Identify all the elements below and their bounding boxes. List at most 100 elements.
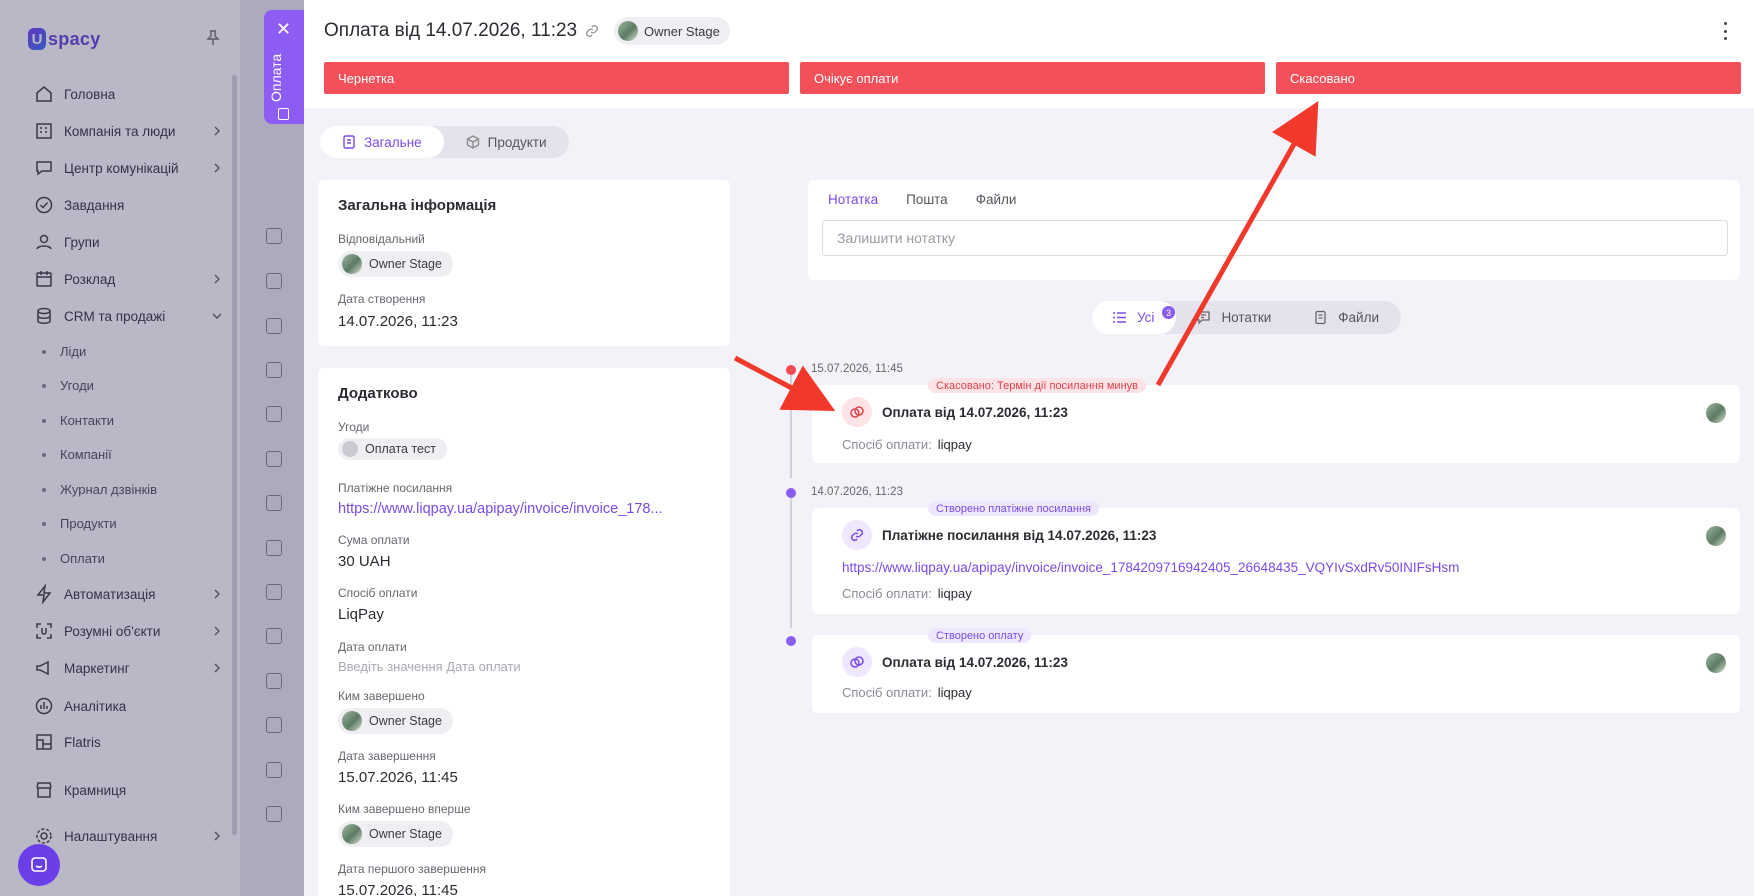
timeline-event-cancelled[interactable]: Скасовано: Термін дії посилання минув Оп… xyxy=(812,378,1740,463)
payment-link-icon xyxy=(850,406,864,418)
tab-products[interactable]: Продукти xyxy=(444,126,569,158)
box-icon xyxy=(466,135,479,149)
filter-label: Файли xyxy=(1338,310,1380,325)
card-title: Додатково xyxy=(338,385,418,402)
avatar xyxy=(1706,526,1726,546)
copy-link-icon[interactable] xyxy=(584,23,600,39)
event-tag: Створено оплату xyxy=(928,628,1032,643)
field-label: Платіжне посилання xyxy=(338,481,453,495)
event-title: Оплата від 14.07.2026, 11:23 xyxy=(882,655,1068,670)
filter-label: Усі xyxy=(1137,310,1155,325)
stage-cancelled[interactable]: Скасовано xyxy=(1276,62,1741,94)
event-meta: Спосіб оплати: liqpay xyxy=(842,586,972,601)
payment-icon xyxy=(850,656,864,668)
timeline-dot xyxy=(786,636,796,646)
responsible-name: Owner Stage xyxy=(369,257,442,271)
additional-card: Додатково Угоди Оплата тест Платіжне пос… xyxy=(318,368,730,896)
created-date: 14.07.2026, 11:23 xyxy=(338,313,458,330)
deal-icon xyxy=(342,441,358,457)
payment-link[interactable]: https://www.liqpay.ua/apipay/invoice/inv… xyxy=(338,501,663,517)
event-link[interactable]: https://www.liqpay.ua/apipay/invoice/inv… xyxy=(842,560,1459,575)
field-label: Дата першого завершення xyxy=(338,862,486,876)
avatar xyxy=(1706,403,1726,423)
list-icon xyxy=(1113,312,1126,323)
event-icon xyxy=(842,397,872,427)
stage-draft[interactable]: Чернетка xyxy=(324,62,789,94)
field-label: Дата завершення xyxy=(338,749,436,763)
avatar xyxy=(342,254,362,274)
support-chat-button[interactable] xyxy=(18,844,60,886)
more-menu-icon[interactable] xyxy=(1722,22,1728,40)
filter-notes[interactable]: Нотатки xyxy=(1176,301,1293,334)
event-icon xyxy=(842,520,872,550)
field-label: Дата оплати xyxy=(338,640,407,654)
card-title: Загальна інформація xyxy=(338,197,497,214)
count-badge: 3 xyxy=(1162,306,1175,319)
drawer-side-tab[interactable]: ✕ Оплата xyxy=(264,10,304,124)
paid-date-input[interactable]: Введіть значення Дата оплати xyxy=(338,659,521,674)
meta-label: Спосіб оплати: xyxy=(842,437,932,452)
deal-name: Оплата тест xyxy=(365,442,436,456)
note-card: Нотатка Пошта Файли Залишити нотатку xyxy=(808,180,1740,280)
document-icon xyxy=(278,108,289,120)
file-icon xyxy=(1315,310,1326,325)
tab-general[interactable]: Загальне xyxy=(320,126,444,158)
owner-pill[interactable]: Owner Stage xyxy=(614,17,730,45)
field-label: Угоди xyxy=(338,420,370,434)
close-icon[interactable]: ✕ xyxy=(276,20,291,38)
tab-mail[interactable]: Пошта xyxy=(906,192,948,207)
field-label: Дата створення xyxy=(338,292,426,306)
meta-value: liqpay xyxy=(937,685,972,700)
event-icon xyxy=(842,647,872,677)
stage-awaiting-payment[interactable]: Очікує оплати xyxy=(800,62,1265,94)
event-title: Платіжне посилання від 14.07.2026, 11:23 xyxy=(882,528,1157,543)
note-input[interactable]: Залишити нотатку xyxy=(822,220,1728,256)
side-tab-label: Оплата xyxy=(268,53,284,102)
tab-label: Продукти xyxy=(487,134,547,150)
completed-date: 15.07.2026, 11:45 xyxy=(338,769,458,786)
first-completed-by-chip[interactable]: Owner Stage xyxy=(338,821,453,847)
completed-by-name: Owner Stage xyxy=(369,714,442,728)
document-icon xyxy=(343,135,355,149)
timeline-date: 15.07.2026, 11:45 xyxy=(811,363,903,375)
completed-by-chip[interactable]: Owner Stage xyxy=(338,708,453,734)
owner-name: Owner Stage xyxy=(644,23,720,39)
field-label: Ким завершено xyxy=(338,689,425,703)
field-label: Сума оплати xyxy=(338,533,410,547)
avatar xyxy=(342,711,362,731)
timeline-line xyxy=(790,498,792,628)
responsible-chip[interactable]: Owner Stage xyxy=(338,251,453,277)
timeline-date: 14.07.2026, 11:23 xyxy=(811,486,903,498)
link-icon xyxy=(850,528,864,542)
tab-files[interactable]: Файли xyxy=(976,192,1017,207)
drawer-header: Оплата від 14.07.2026, 11:23 Owner Stage… xyxy=(304,0,1754,108)
event-tag: Створено платіжне посилання xyxy=(928,501,1100,516)
timeline-event-link-created[interactable]: Створено платіжне посилання Платіжне пос… xyxy=(812,501,1740,614)
event-meta: Спосіб оплати: liqpay xyxy=(842,685,972,700)
payment-method: LiqPay xyxy=(338,606,384,623)
filter-all[interactable]: Усі 3 xyxy=(1092,301,1177,334)
deal-chip[interactable]: Оплата тест xyxy=(338,438,447,460)
main-tabs: Загальне Продукти xyxy=(320,126,569,158)
timeline-dot xyxy=(786,365,796,375)
timeline-dot xyxy=(786,488,796,498)
meta-label: Спосіб оплати: xyxy=(842,685,932,700)
timeline-filter-tabs: Усі 3 Нотатки Файли xyxy=(1092,301,1402,334)
note-icon xyxy=(1197,311,1211,325)
payment-drawer: Оплата від 14.07.2026, 11:23 Owner Stage… xyxy=(304,0,1754,896)
payment-sum: 30 UAH xyxy=(338,553,391,570)
timeline-line xyxy=(790,375,792,478)
first-completed-date: 15.07.2026, 11:45 xyxy=(338,882,458,896)
chat-icon xyxy=(31,857,47,872)
event-meta: Спосіб оплати: liqpay xyxy=(842,437,972,452)
event-title: Оплата від 14.07.2026, 11:23 xyxy=(882,405,1068,420)
avatar xyxy=(342,824,362,844)
tab-note[interactable]: Нотатка xyxy=(828,192,878,207)
event-tag: Скасовано: Термін дії посилання минув xyxy=(928,378,1146,393)
filter-files[interactable]: Файли xyxy=(1293,301,1401,334)
tab-label: Загальне xyxy=(364,134,422,150)
general-info-card: Загальна інформація Відповідальний Owner… xyxy=(318,180,730,346)
timeline-event-payment-created[interactable]: Створено оплату Оплата від 14.07.2026, 1… xyxy=(812,628,1740,713)
first-completed-by-name: Owner Stage xyxy=(369,827,442,841)
note-tabs: Нотатка Пошта Файли xyxy=(828,192,1016,207)
